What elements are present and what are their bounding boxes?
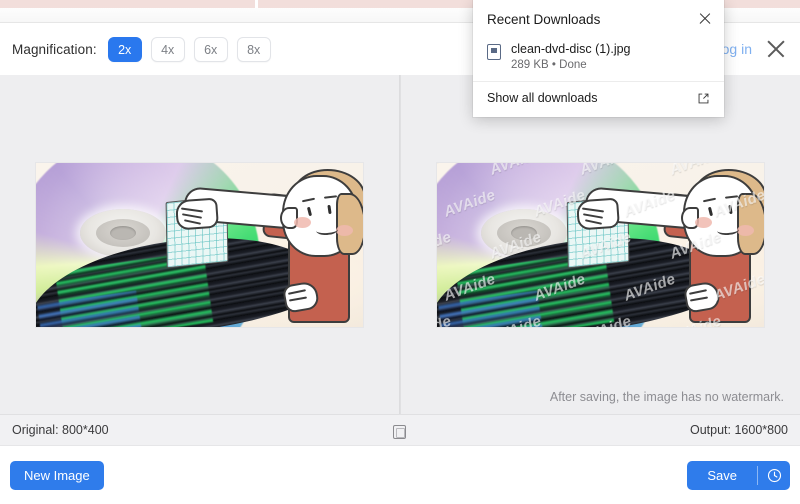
character-hair-side — [336, 192, 364, 255]
footer-actions: New Image Save — [0, 446, 800, 504]
browser-tab-separator — [255, 0, 258, 8]
magnification-option-8x[interactable]: 8x — [236, 37, 271, 62]
save-button[interactable]: Save — [687, 461, 757, 490]
external-link-icon — [697, 92, 710, 105]
magnification-option-2x[interactable]: 2x — [107, 37, 142, 62]
character-hair-side — [736, 192, 764, 255]
original-image — [36, 162, 364, 327]
download-filename: clean-dvd-disc (1).jpg — [511, 42, 631, 56]
original-image-preview[interactable] — [0, 75, 401, 414]
status-bar: Original: 800*400 Output: 1600*800 — [0, 414, 800, 446]
character-cheek — [336, 224, 354, 236]
clock-history-icon[interactable] — [758, 461, 790, 490]
download-item[interactable]: clean-dvd-disc (1).jpg 289 KB • Done — [473, 38, 724, 81]
original-size-label: Original: 800*400 — [12, 423, 109, 437]
image-preview-area: AVAide AVAide AVAide AVAide AVAide AVAide AVAi… — [0, 75, 800, 414]
compare-view-icon[interactable] — [393, 425, 406, 439]
magnification-control: Magnification: 2x 4x 6x 8x — [12, 37, 271, 62]
recent-downloads-title: Recent Downloads — [487, 11, 601, 27]
magnification-option-4x[interactable]: 4x — [150, 37, 185, 62]
screen-root: Magnification: 2x 4x 6x 8x Log in AVAide… — [0, 0, 800, 504]
disc-center-hole — [110, 225, 137, 240]
save-button-group[interactable]: Save — [687, 461, 790, 490]
show-all-downloads-label: Show all downloads — [487, 91, 598, 105]
output-size-label: Output: 1600*800 — [690, 423, 788, 437]
show-all-downloads-row[interactable]: Show all downloads — [473, 82, 724, 111]
close-icon[interactable] — [762, 35, 790, 63]
watermark-note: After saving, the image has no watermark… — [549, 390, 784, 404]
download-status: 289 KB • Done — [511, 59, 587, 71]
magnification-option-6x[interactable]: 6x — [193, 37, 228, 62]
upscaled-image: AVAide AVAide AVAide AVAide AVAide AVAide AVAi… — [436, 162, 764, 327]
download-item-meta: clean-dvd-disc (1).jpg 289 KB • Done — [511, 42, 631, 71]
upscaled-image-preview[interactable]: AVAide AVAide AVAide AVAide AVAide AVAide AVAi… — [401, 75, 800, 414]
character-cheek — [694, 216, 712, 228]
magnification-label: Magnification: — [12, 42, 97, 57]
close-icon[interactable] — [696, 10, 714, 28]
character-cheek — [294, 216, 312, 228]
new-image-button[interactable]: New Image — [10, 461, 104, 490]
disc-center-hole — [510, 225, 537, 240]
character-cheek — [736, 224, 754, 236]
recent-downloads-panel: Recent Downloads clean-dvd-disc (1).jpg … — [473, 0, 724, 117]
file-image-icon — [487, 44, 501, 60]
recent-downloads-header: Recent Downloads — [473, 0, 724, 38]
